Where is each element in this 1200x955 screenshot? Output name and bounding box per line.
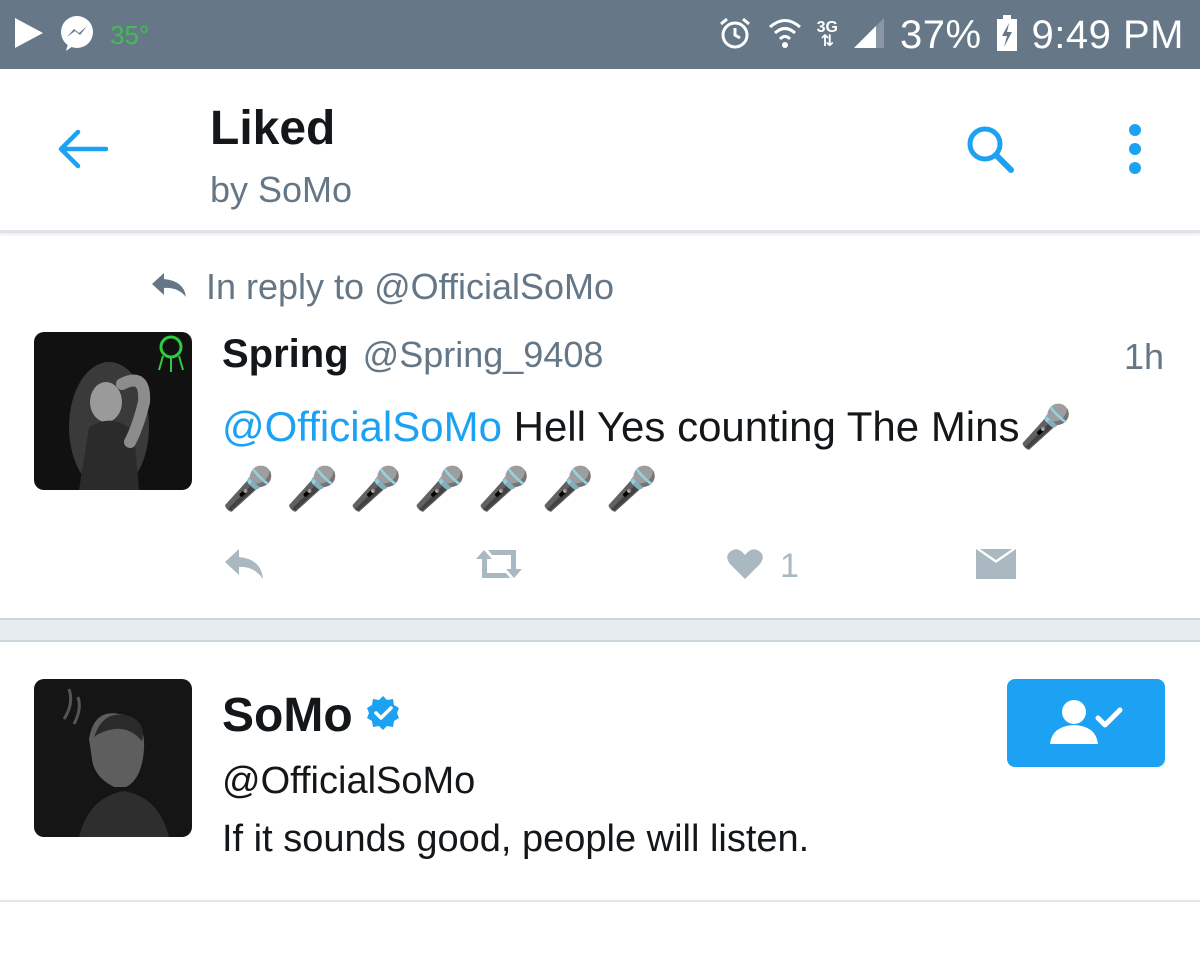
reply-indicator-icon [150, 271, 188, 304]
user-bio: If it sounds good, people will listen. [222, 818, 810, 860]
page-subtitle: by SoMo [210, 169, 353, 210]
tweet-actions: 1 [222, 546, 1042, 586]
heart-icon [726, 547, 764, 586]
clock: 9:49 PM [1031, 12, 1184, 57]
tweet-body: Hell Yes counting The Mins🎤 [501, 403, 1072, 450]
retweet-icon [472, 547, 526, 586]
tweet-author-name[interactable]: Spring [222, 332, 349, 377]
network-type: 3G ⇅ [816, 19, 838, 50]
wifi-icon [767, 15, 803, 56]
user-name[interactable]: SoMo [222, 688, 353, 743]
direct-message-button[interactable] [974, 546, 1018, 586]
page-title: Liked [210, 102, 336, 155]
reply-context-text: In reply to @OfficialSoMo [206, 266, 615, 307]
messenger-icon [58, 14, 96, 57]
tweet-time: 1h [1123, 336, 1164, 377]
mention-link[interactable]: @OfficialSoMo [222, 403, 502, 450]
following-user-icon [1046, 696, 1126, 751]
toolbar: Liked by SoMo [0, 69, 1200, 233]
arrow-left-icon [56, 129, 109, 174]
temperature: 35° [110, 19, 150, 50]
play-store-icon [12, 15, 46, 56]
user-handle: @OfficialSoMo [222, 760, 476, 802]
status-right: 3G ⇅ 37% 9:49 PM [717, 6, 1184, 64]
battery-percent: 37% [899, 12, 982, 57]
status-left: 35° [12, 10, 149, 60]
search-button[interactable] [955, 119, 1025, 183]
search-icon [964, 123, 1016, 180]
alarm-icon [717, 15, 753, 56]
more-vertical-icon [1127, 123, 1143, 180]
back-button[interactable] [50, 119, 114, 183]
following-button[interactable] [1007, 679, 1165, 767]
tweet-emoji-line: 🎤 🎤 🎤 🎤 🎤 🎤 🎤 [222, 465, 659, 512]
status-bar: 35° 3G ⇅ 37% 9:49 PM [0, 0, 1200, 69]
direct-message-icon [974, 547, 1018, 586]
reply-context: In reply to @OfficialSoMo [150, 266, 614, 308]
section-divider [0, 618, 1200, 642]
user-name-row: SoMo [222, 688, 401, 743]
like-button[interactable]: 1 [726, 546, 799, 586]
reply-button[interactable] [222, 546, 266, 586]
verified-badge-icon [365, 695, 401, 736]
user-card[interactable]: SoMo @OfficialSoMo If it sounds good, pe… [0, 642, 1200, 902]
retweet-button[interactable] [472, 546, 526, 586]
more-options-button[interactable] [1105, 119, 1165, 183]
user-avatar[interactable] [34, 679, 192, 837]
avatar[interactable] [34, 332, 192, 490]
tweet-header: Spring @Spring_9408 [222, 332, 603, 377]
tweet-author-handle[interactable]: @Spring_9408 [363, 334, 604, 376]
signal-icon [852, 16, 886, 55]
battery-charging-icon [996, 14, 1018, 57]
like-count: 1 [780, 546, 799, 585]
tweet[interactable]: In reply to @OfficialSoMo Spring @Spring… [0, 236, 1200, 618]
reply-icon [222, 547, 266, 586]
tweet-text: @OfficialSoMo Hell Yes counting The Mins… [222, 396, 1162, 520]
